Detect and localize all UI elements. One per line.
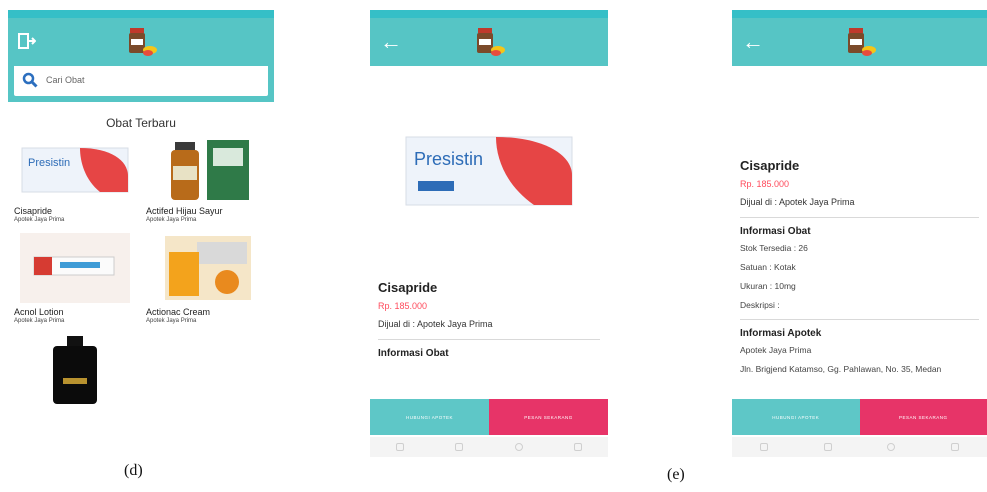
order-now-button[interactable]: PESAN SEKARANG bbox=[859, 399, 987, 435]
medicine-logo-icon bbox=[477, 28, 505, 56]
product-name: Actifed Hijau Sayur bbox=[146, 206, 223, 216]
contact-pharmacy-button[interactable]: HUBUNGI APOTEK bbox=[370, 399, 489, 435]
divider bbox=[378, 339, 600, 340]
detail-content: Cisapride Rp. 185.000 Dijual di : Apotek… bbox=[732, 66, 987, 375]
menu-nav-icon[interactable] bbox=[951, 443, 960, 451]
search-placeholder: Cari Obat bbox=[46, 75, 85, 85]
medicine-logo-icon bbox=[847, 28, 876, 56]
status-bar bbox=[732, 10, 987, 18]
product-image bbox=[146, 233, 268, 303]
caption-right: (e) bbox=[667, 466, 685, 483]
detail-screen-scrolled: ← Cisapride Rp. 185.000 Dijual di : Apot… bbox=[732, 10, 987, 465]
product-image bbox=[14, 233, 136, 303]
recent-nav-icon[interactable] bbox=[823, 443, 832, 451]
search-input[interactable]: Cari Obat bbox=[14, 64, 268, 96]
divider bbox=[740, 319, 979, 320]
recent-nav-icon[interactable] bbox=[455, 443, 464, 451]
back-nav-icon[interactable] bbox=[395, 443, 404, 451]
detail-content: Cisapride Rp. 185.000 Dijual di : Apotek… bbox=[370, 280, 608, 359]
pharmacy-name: Apotek Jaya Prima bbox=[740, 345, 812, 355]
product-image: Presistin bbox=[14, 138, 136, 202]
app-bar: ← bbox=[732, 18, 987, 66]
action-bar: HUBUNGI APOTEK PESAN SEKARANG bbox=[370, 399, 608, 435]
home-nav-icon[interactable] bbox=[514, 443, 523, 451]
product-card[interactable]: Presistin Cisapride Apotek Jaya Prima bbox=[14, 138, 136, 223]
search-icon bbox=[22, 72, 38, 88]
product-card[interactable]: Actionac Cream Apotek Jaya Prima bbox=[146, 233, 268, 324]
back-nav-icon[interactable] bbox=[759, 443, 768, 451]
product-image bbox=[14, 334, 136, 406]
svg-text:Presistin: Presistin bbox=[28, 157, 70, 169]
detail-screen: ← Presistin Cisapride Rp. 185.000 Dijual… bbox=[370, 10, 608, 465]
info-heading: Informasi Obat bbox=[740, 226, 811, 237]
product-grid: Presistin Cisapride Apotek Jaya Prima Ac… bbox=[8, 138, 274, 406]
section-title: Obat Terbaru bbox=[106, 116, 176, 130]
product-image bbox=[146, 138, 268, 202]
product-name: Acnol Lotion bbox=[14, 307, 64, 317]
home-nav-icon[interactable] bbox=[887, 443, 896, 451]
product-image: Presistin bbox=[370, 66, 608, 276]
menu-nav-icon[interactable] bbox=[574, 443, 583, 451]
product-seller: Apotek Jaya Prima bbox=[14, 318, 65, 324]
home-screen: Cari Obat Obat Terbaru Presistin Cisapri… bbox=[8, 10, 274, 456]
product-seller: Dijual di : Apotek Jaya Prima bbox=[740, 197, 855, 207]
product-card[interactable]: Acnol Lotion Apotek Jaya Prima bbox=[14, 233, 136, 324]
product-price: Rp. 185.000 bbox=[740, 179, 790, 189]
product-seller: Dijual di : Apotek Jaya Prima bbox=[378, 319, 493, 329]
product-seller: Apotek Jaya Prima bbox=[146, 217, 197, 223]
system-nav-bar bbox=[370, 437, 608, 457]
pharmacy-address: Jln. Brigjend Katamso, Gg. Pahlawan, No.… bbox=[740, 364, 942, 374]
unit-info: Satuan : Kotak bbox=[740, 262, 796, 272]
contact-pharmacy-button[interactable]: HUBUNGI APOTEK bbox=[732, 399, 860, 435]
product-seller: Apotek Jaya Prima bbox=[14, 217, 65, 223]
action-bar: HUBUNGI APOTEK PESAN SEKARANG bbox=[732, 399, 987, 435]
product-name: Cisapride bbox=[14, 206, 53, 216]
back-arrow-icon[interactable]: ← bbox=[380, 31, 402, 53]
caption-left: (d) bbox=[124, 462, 143, 479]
product-title: Cisapride bbox=[378, 280, 438, 295]
status-bar bbox=[370, 10, 608, 18]
product-seller: Apotek Jaya Prima bbox=[146, 318, 197, 324]
back-arrow-icon[interactable]: ← bbox=[742, 31, 764, 53]
divider bbox=[740, 217, 979, 218]
medicine-logo-icon bbox=[129, 28, 157, 56]
info-heading: Informasi Obat bbox=[378, 348, 449, 359]
product-card[interactable] bbox=[14, 334, 136, 406]
size-info: Ukuran : 10mg bbox=[740, 281, 796, 291]
product-title: Cisapride bbox=[740, 158, 800, 173]
pharmacy-heading: Informasi Apotek bbox=[740, 328, 822, 339]
product-price: Rp. 185.000 bbox=[378, 301, 428, 311]
svg-text:Presistin: Presistin bbox=[414, 149, 483, 169]
stock-info: Stok Tersedia : 26 bbox=[740, 243, 808, 253]
product-card[interactable]: Actifed Hijau Sayur Apotek Jaya Prima bbox=[146, 138, 268, 223]
order-now-button[interactable]: PESAN SEKARANG bbox=[489, 399, 608, 435]
system-nav-bar bbox=[732, 437, 987, 457]
app-bar: ← bbox=[370, 18, 608, 66]
logout-icon[interactable] bbox=[18, 32, 37, 53]
description-info: Deskripsi : bbox=[740, 300, 780, 310]
product-name: Actionac Cream bbox=[146, 307, 211, 317]
app-bar bbox=[8, 18, 274, 66]
status-bar bbox=[8, 10, 274, 18]
